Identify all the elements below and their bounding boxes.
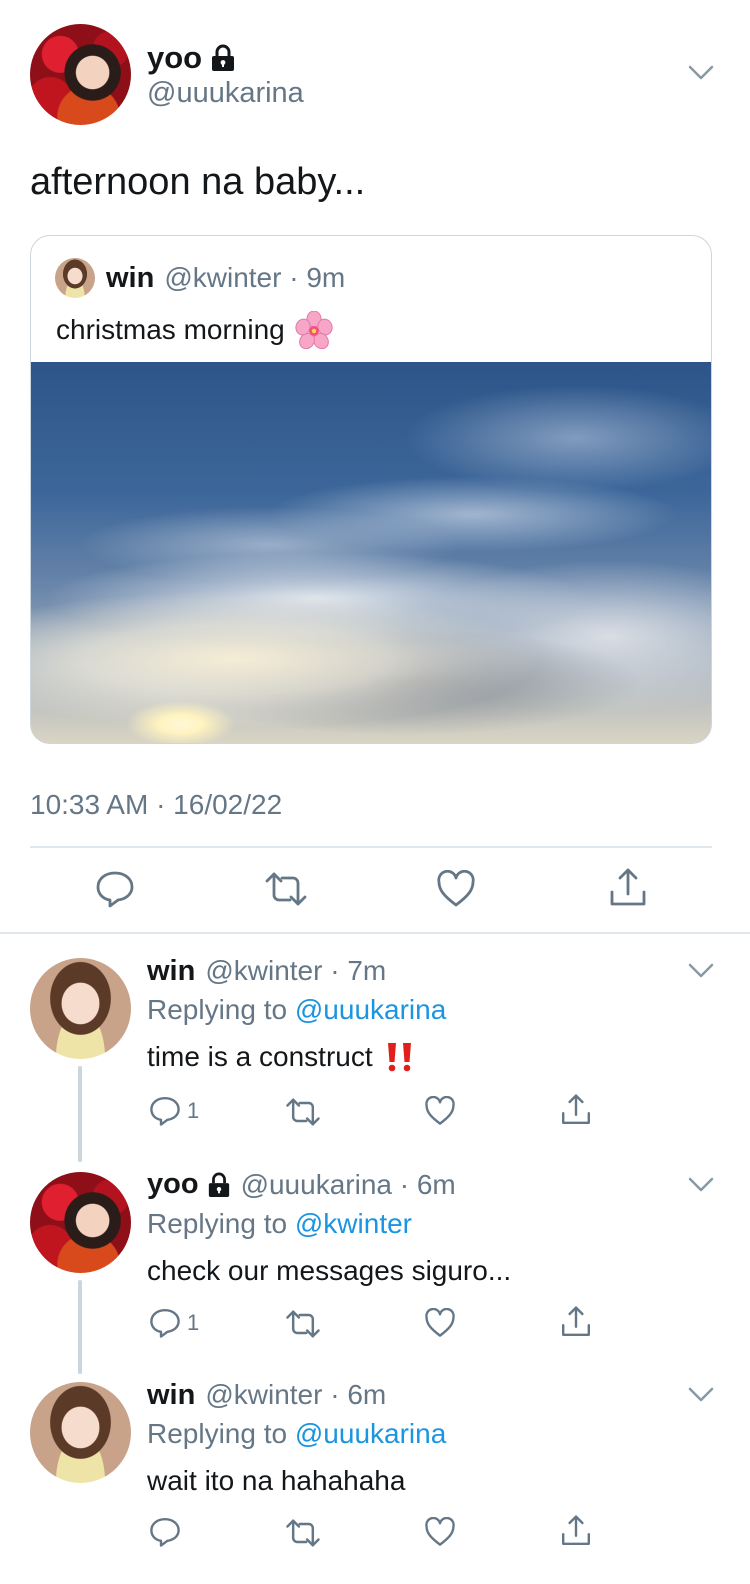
like-button[interactable]	[424, 1517, 456, 1547]
reply-count: 1	[187, 1310, 200, 1335]
cherry-blossom-emoji	[295, 311, 333, 349]
replying-to-label: Replying to	[147, 994, 288, 1025]
like-button[interactable]	[436, 870, 476, 908]
retweet-button[interactable]	[285, 1309, 321, 1339]
handle[interactable]: @uuukarina	[147, 77, 304, 110]
retweet-icon	[286, 1098, 320, 1126]
share-button[interactable]	[560, 1305, 592, 1339]
reply-button[interactable]	[149, 1516, 181, 1548]
reply-icon	[150, 1518, 180, 1547]
avatar[interactable]	[30, 24, 131, 125]
divider	[30, 846, 712, 848]
thread-line	[78, 1066, 82, 1162]
reply-text: check our messages siguro...	[147, 1255, 512, 1286]
reply-count: 1	[187, 1098, 200, 1123]
share-icon	[562, 1306, 590, 1336]
replying-to-label: Replying to	[147, 1418, 288, 1449]
quoted-tweet-image[interactable]	[31, 362, 711, 743]
quoted-display-name: win	[106, 262, 155, 294]
share-button[interactable]	[560, 1514, 592, 1548]
reply-button[interactable]: 1	[149, 1307, 199, 1339]
retweet-icon	[286, 1310, 320, 1338]
heart-icon	[425, 1517, 455, 1546]
reply-text: wait ito na hahahaha	[147, 1465, 406, 1496]
reply-button[interactable]: 1	[149, 1095, 199, 1127]
quoted-handle-time: @kwinter · 9m	[164, 262, 346, 293]
chevron-down-icon[interactable]	[688, 962, 714, 985]
handle-time[interactable]: @kwinter · 6m	[205, 1379, 386, 1411]
replying-to-link[interactable]: @uuukarina	[295, 1418, 446, 1449]
section-divider	[0, 932, 750, 934]
display-name[interactable]: yoo	[147, 1168, 199, 1201]
avatar[interactable]	[30, 1172, 131, 1273]
replying-to-label: Replying to	[147, 1208, 288, 1239]
heart-icon	[425, 1096, 455, 1125]
share-button[interactable]	[560, 1093, 592, 1127]
reply-text: time is a construct	[147, 1041, 373, 1072]
replying-to-link[interactable]: @kwinter	[295, 1208, 412, 1239]
lock-icon	[207, 1172, 231, 1198]
lock-icon	[210, 44, 236, 72]
display-name[interactable]: win	[147, 955, 195, 988]
replying-to-link[interactable]: @uuukarina	[295, 994, 446, 1025]
tweet-timestamp[interactable]: 10:33 AM · 16/02/22	[30, 789, 282, 821]
avatar[interactable]	[30, 1382, 131, 1483]
chevron-down-icon[interactable]	[688, 1386, 714, 1409]
handle-time[interactable]: @uuukarina · 6m	[241, 1169, 456, 1201]
retweet-icon	[265, 872, 307, 906]
tweet-text: afternoon na baby...	[30, 161, 366, 203]
chevron-down-icon[interactable]	[688, 64, 714, 87]
share-icon	[562, 1094, 590, 1124]
avatar[interactable]	[30, 958, 131, 1059]
display-name[interactable]: win	[147, 1379, 195, 1412]
handle-time[interactable]: @kwinter · 7m	[205, 955, 386, 987]
thread-line	[78, 1280, 82, 1374]
share-icon	[562, 1515, 590, 1545]
share-icon	[610, 868, 646, 906]
retweet-button[interactable]	[285, 1518, 321, 1548]
retweet-icon	[286, 1519, 320, 1547]
reply-icon	[150, 1097, 180, 1126]
reply-button[interactable]	[95, 869, 135, 909]
double-exclamation-emoji	[385, 1041, 415, 1073]
retweet-button[interactable]	[285, 1097, 321, 1127]
like-button[interactable]	[424, 1096, 456, 1126]
retweet-button[interactable]	[264, 871, 308, 907]
chevron-down-icon[interactable]	[688, 1176, 714, 1199]
like-button[interactable]	[424, 1308, 456, 1338]
heart-icon	[425, 1308, 455, 1337]
heart-icon	[437, 870, 475, 907]
reply-icon	[96, 871, 134, 908]
display-name[interactable]: yoo	[147, 40, 202, 76]
avatar	[55, 258, 95, 298]
share-button[interactable]	[608, 867, 648, 909]
quoted-text: christmas morning	[56, 314, 285, 345]
reply-icon	[150, 1309, 180, 1338]
